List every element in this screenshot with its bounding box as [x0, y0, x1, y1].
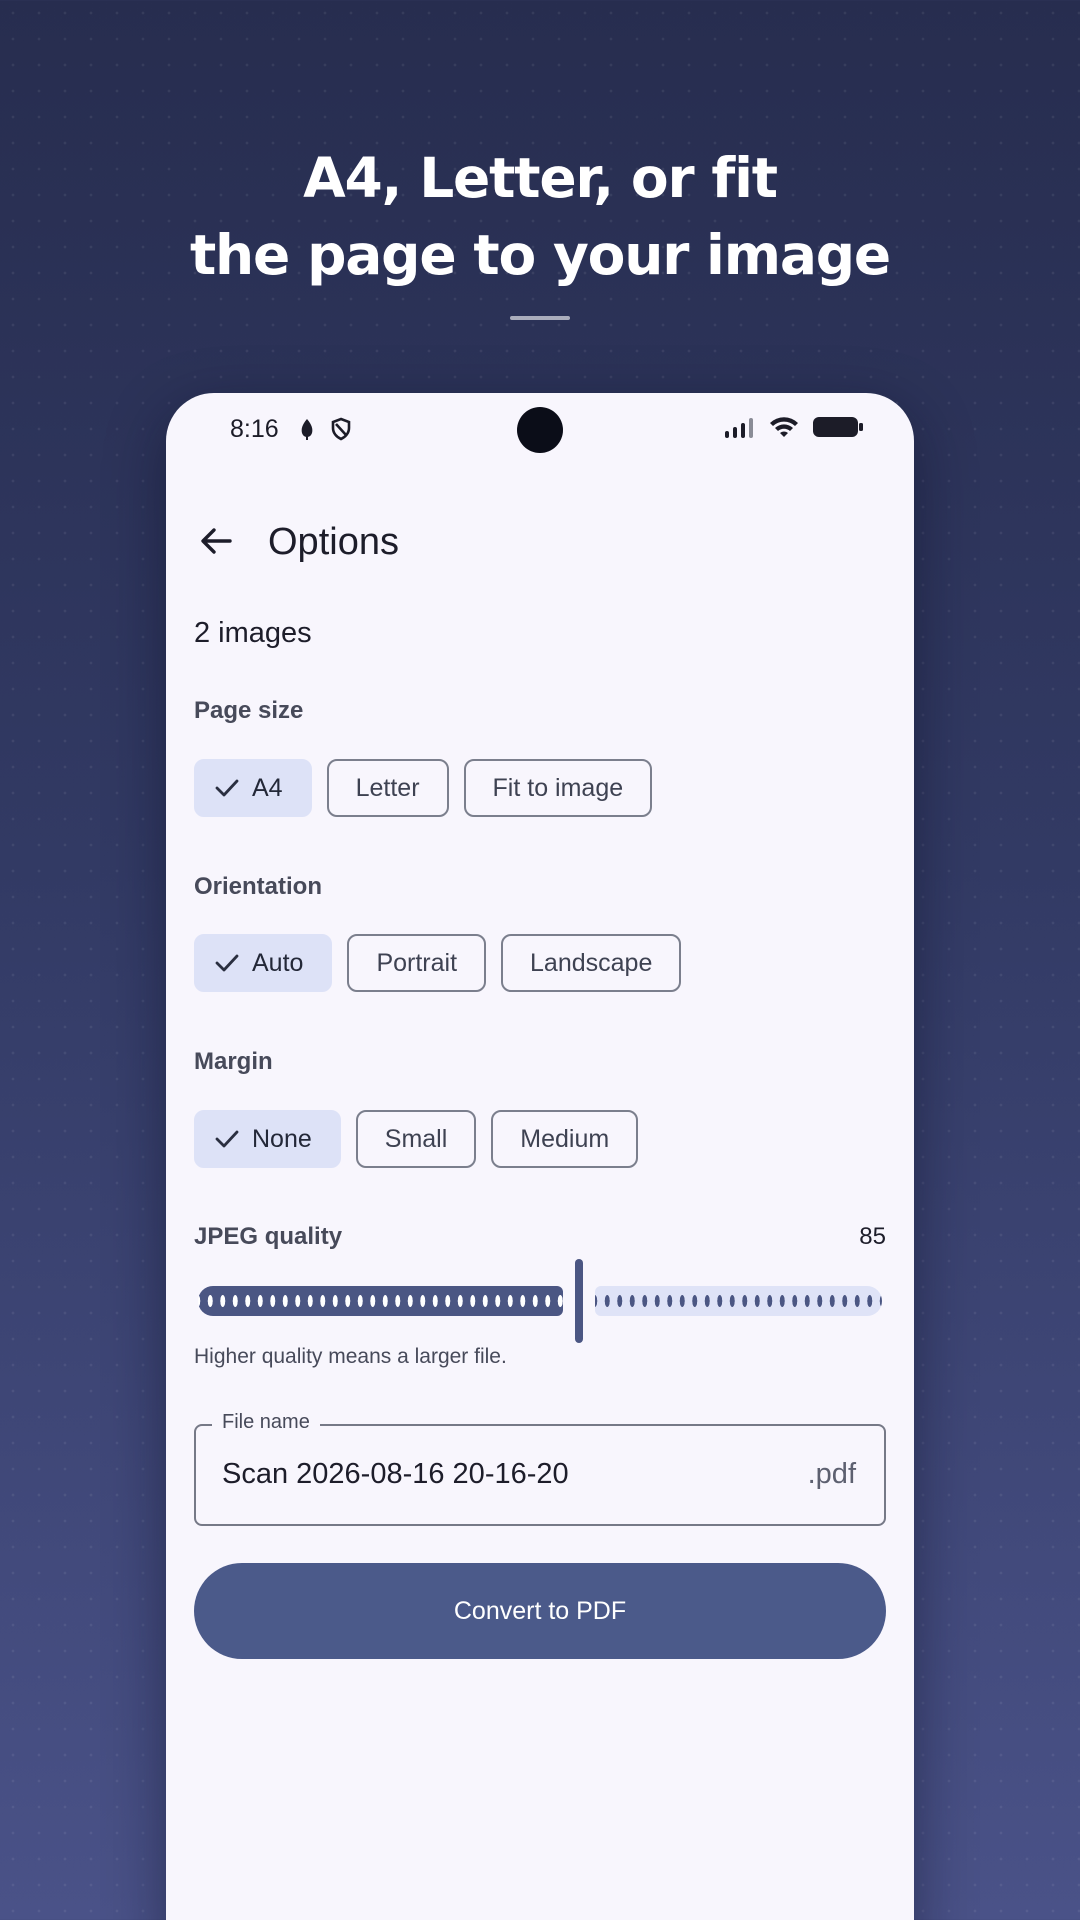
chip-orientation-landscape[interactable]: Landscape [501, 934, 682, 992]
file-name-input[interactable]: Scan 2026-08-16 20-16-20 [222, 1458, 569, 1491]
jpeg-quality-helper: Higher quality means a larger file. [194, 1345, 507, 1368]
wifi-icon [770, 417, 798, 437]
chip-label: Landscape [530, 948, 653, 977]
headline-line-2: the page to your image [189, 223, 891, 287]
jpeg-quality-value: 85 [859, 1223, 886, 1250]
image-count: 2 images [194, 617, 312, 649]
check-icon [214, 775, 240, 801]
shield-notification-icon [331, 417, 351, 441]
chip-margin-none[interactable]: None [194, 1110, 341, 1168]
leaf-notification-icon [301, 419, 313, 440]
jpeg-quality-label: JPEG quality [194, 1223, 343, 1250]
signal-icon [725, 418, 753, 438]
chip-label: Letter [355, 773, 420, 802]
chip-label: None [252, 1124, 312, 1153]
chip-label: Medium [520, 1124, 610, 1153]
chip-orientation-portrait[interactable]: Portrait [347, 934, 487, 992]
arrow-back-icon [201, 528, 232, 554]
page-title: Options [268, 521, 399, 563]
convert-button-label: Convert to PDF [453, 1596, 627, 1625]
battery-icon [813, 417, 863, 437]
marketing-headline: A4, Letter, or fit the page to your imag… [0, 140, 1080, 294]
camera-cutout [517, 407, 563, 453]
headline-divider [510, 316, 570, 320]
headline-line-1: A4, Letter, or fit [303, 146, 778, 210]
top-app-bar: Options [166, 493, 914, 589]
chip-label: Auto [252, 948, 304, 977]
slider-thumb[interactable] [575, 1259, 583, 1343]
check-icon [214, 1126, 240, 1152]
page-size-label: Page size [194, 697, 304, 724]
page-size-chips: A4 Letter Fit to image [194, 759, 653, 817]
chip-page-size-fit-to-image[interactable]: Fit to image [463, 759, 653, 817]
margin-label: Margin [194, 1048, 273, 1075]
chip-orientation-auto[interactable]: Auto [194, 934, 333, 992]
chip-page-size-a4[interactable]: A4 [194, 759, 312, 817]
margin-chips: None Small Medium [194, 1110, 639, 1168]
orientation-label: Orientation [194, 873, 323, 900]
chip-label: Fit to image [492, 773, 624, 802]
orientation-chips: Auto Portrait Landscape [194, 934, 682, 992]
status-bar: 8:16 [166, 393, 914, 467]
jpeg-quality-slider[interactable] [194, 1259, 886, 1343]
chip-margin-small[interactable]: Small [355, 1110, 477, 1168]
slider-inactive-track [595, 1286, 882, 1316]
convert-to-pdf-button[interactable]: Convert to PDF [194, 1563, 886, 1659]
file-name-field[interactable]: File name Scan 2026-08-16 20-16-20 .pdf [194, 1411, 886, 1526]
slider-active-track [198, 1286, 563, 1316]
chip-margin-medium[interactable]: Medium [491, 1110, 639, 1168]
jpeg-quality-header: JPEG quality 85 [194, 1223, 886, 1251]
status-time: 8:16 [230, 415, 279, 443]
chip-label: Small [384, 1124, 448, 1153]
file-name-label: File name [212, 1411, 320, 1434]
file-extension-suffix: .pdf [807, 1458, 856, 1490]
chip-label: Portrait [376, 948, 458, 977]
check-icon [214, 950, 240, 976]
back-button[interactable] [192, 517, 240, 565]
chip-label: A4 [252, 773, 283, 802]
phone-frame: 8:16 Options 2 images Page size A4 Lette… [166, 393, 914, 1920]
chip-page-size-letter[interactable]: Letter [326, 759, 449, 817]
